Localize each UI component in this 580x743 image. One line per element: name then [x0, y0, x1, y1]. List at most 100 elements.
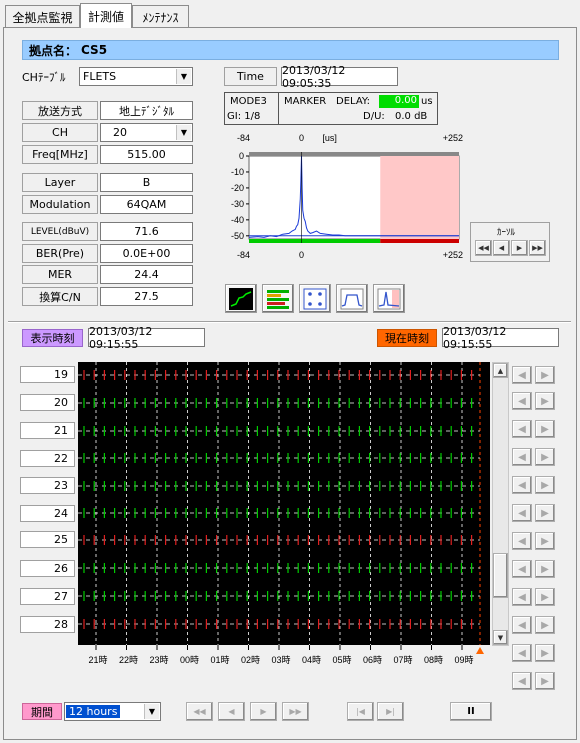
rewind-fast-button[interactable]: ◀◀: [186, 702, 213, 721]
delay-profile-icon: [377, 288, 401, 309]
row-prev-button[interactable]: ◀: [512, 476, 532, 494]
trend-view-button[interactable]: [225, 284, 257, 313]
constellation-view-button[interactable]: [299, 284, 331, 313]
scroll-thumb[interactable]: [493, 553, 508, 598]
y-tick-label: -30: [231, 199, 244, 209]
delay-profile-chart: 0 -10 -20 -30 -40 -50 -84 0 +252 [us] -84 0 +252: [231, 133, 463, 260]
cn-label: 換算C/N: [22, 287, 98, 306]
ch-table-select[interactable]: FLETS ▼: [79, 67, 193, 86]
freq-label: Freq[MHz]: [22, 145, 98, 164]
row-next-button[interactable]: ▶: [535, 504, 555, 522]
row-nav-pair: ◀ ▶: [512, 448, 555, 466]
bars-icon: [267, 289, 289, 309]
bottom-scale-ok: [249, 239, 381, 243]
cursor-next-button[interactable]: ▶: [511, 240, 528, 256]
row-next-button[interactable]: ▶: [535, 366, 555, 384]
channel-row-label: 28: [20, 616, 75, 633]
du-label: D/U:: [363, 111, 385, 122]
rewind-button[interactable]: ◀: [218, 702, 245, 721]
pause-button[interactable]: II: [450, 702, 492, 721]
period-select[interactable]: 12 hours ▼: [64, 702, 161, 721]
broadcast-value: 地上ﾃﾞｼﾞﾀﾙ: [100, 101, 193, 120]
time-axis-label: 00時: [180, 655, 199, 665]
row-prev-button[interactable]: ◀: [512, 532, 532, 550]
row-nav-pair: ◀ ▶: [512, 504, 555, 522]
timeline-scrollbar[interactable]: ▲ ▼: [492, 362, 509, 646]
cursor-prev-button[interactable]: ◀: [493, 240, 510, 256]
forward-button[interactable]: ▶: [250, 702, 277, 721]
mer-label: MER: [22, 265, 98, 284]
freq-value: 515.00: [100, 145, 193, 164]
delay-value: 0.00: [379, 95, 419, 108]
x-bottom-tick-label: -84: [237, 250, 250, 260]
row-next-button[interactable]: ▶: [535, 420, 555, 438]
row-prev-button[interactable]: ◀: [512, 588, 532, 606]
delay-info-box: MODE3 GI: 1/8 MARKER DELAY: 0.00 us D/U:…: [224, 92, 438, 125]
go-begin-button[interactable]: |◀: [347, 702, 374, 721]
row-nav-pair: ◀ ▶: [512, 588, 555, 606]
row-next-button[interactable]: ▶: [535, 392, 555, 410]
channel-row-label: 24: [20, 505, 75, 522]
channel-row-label: 22: [20, 450, 75, 467]
info-divider: [278, 93, 279, 124]
row-nav-pair: ◀ ▶: [512, 672, 555, 690]
row-prev-button[interactable]: ◀: [512, 672, 532, 690]
forward-fast-button[interactable]: ▶▶: [282, 702, 309, 721]
delay-profile-view-button[interactable]: [373, 284, 405, 313]
spectrum-icon: [340, 288, 364, 309]
time-axis-label: 07時: [393, 655, 412, 665]
scroll-up-button[interactable]: ▲: [493, 363, 508, 378]
row-next-button[interactable]: ▶: [535, 448, 555, 466]
modulation-label: Modulation: [22, 195, 98, 214]
spectrum-view-button[interactable]: [336, 284, 368, 313]
row-next-button[interactable]: ▶: [535, 644, 555, 662]
cursor-label: ｶｰｿﾙ: [497, 228, 516, 238]
scroll-down-button[interactable]: ▼: [493, 630, 508, 645]
row-next-button[interactable]: ▶: [535, 588, 555, 606]
row-next-button[interactable]: ▶: [535, 476, 555, 494]
display-time-value: 2013/03/12 09:15:55: [88, 325, 205, 351]
time-axis-label: 02時: [241, 655, 260, 665]
mode-text: MODE3: [230, 96, 267, 107]
cn-value: 27.5: [100, 287, 193, 306]
row-prev-button[interactable]: ◀: [512, 366, 532, 384]
now-marker-icon: [476, 647, 484, 654]
du-value: 0.0 dB: [395, 111, 428, 122]
cursor-first-button[interactable]: ◀◀: [475, 240, 492, 256]
channel-row-label: 21: [20, 422, 75, 439]
trend-icon: [229, 287, 253, 310]
row-next-button[interactable]: ▶: [535, 616, 555, 634]
channel-row-label: 23: [20, 477, 75, 494]
x-bottom-tick-label: 0: [299, 250, 304, 260]
time-axis-label: 04時: [302, 655, 321, 665]
row-nav-pair: ◀ ▶: [512, 560, 555, 578]
broadcast-label: 放送方式: [22, 101, 98, 120]
cursor-last-button[interactable]: ▶▶: [529, 240, 546, 256]
go-end-button[interactable]: ▶|: [377, 702, 404, 721]
channel-row-label: 25: [20, 531, 75, 548]
period-value: 12 hours: [66, 705, 121, 718]
row-prev-button[interactable]: ◀: [512, 448, 532, 466]
row-next-button[interactable]: ▶: [535, 532, 555, 550]
time-axis-label: 03時: [271, 655, 290, 665]
row-next-button[interactable]: ▶: [535, 560, 555, 578]
bars-view-button[interactable]: [262, 284, 294, 313]
ch-table-value: FLETS: [83, 70, 117, 83]
x-bottom-tick-label: +252: [443, 250, 463, 260]
row-prev-button[interactable]: ◀: [512, 392, 532, 410]
channel-row-label: 27: [20, 588, 75, 605]
row-next-button[interactable]: ▶: [535, 672, 555, 690]
row-prev-button[interactable]: ◀: [512, 644, 532, 662]
row-prev-button[interactable]: ◀: [512, 504, 532, 522]
tab-measurements[interactable]: 計測値: [80, 3, 132, 28]
tab-all-sites[interactable]: 全拠点監視: [5, 5, 80, 28]
row-prev-button[interactable]: ◀: [512, 616, 532, 634]
delay-unit: us: [421, 96, 433, 107]
time-axis-label: 05時: [332, 655, 351, 665]
ch-select[interactable]: 20 ▼: [100, 123, 193, 142]
row-prev-button[interactable]: ◀: [512, 560, 532, 578]
bottom-scale-ng: [380, 239, 459, 243]
tab-maintenance[interactable]: ﾒﾝﾃﾅﾝｽ: [132, 5, 189, 28]
time-axis-label: 09時: [454, 655, 473, 665]
row-prev-button[interactable]: ◀: [512, 420, 532, 438]
